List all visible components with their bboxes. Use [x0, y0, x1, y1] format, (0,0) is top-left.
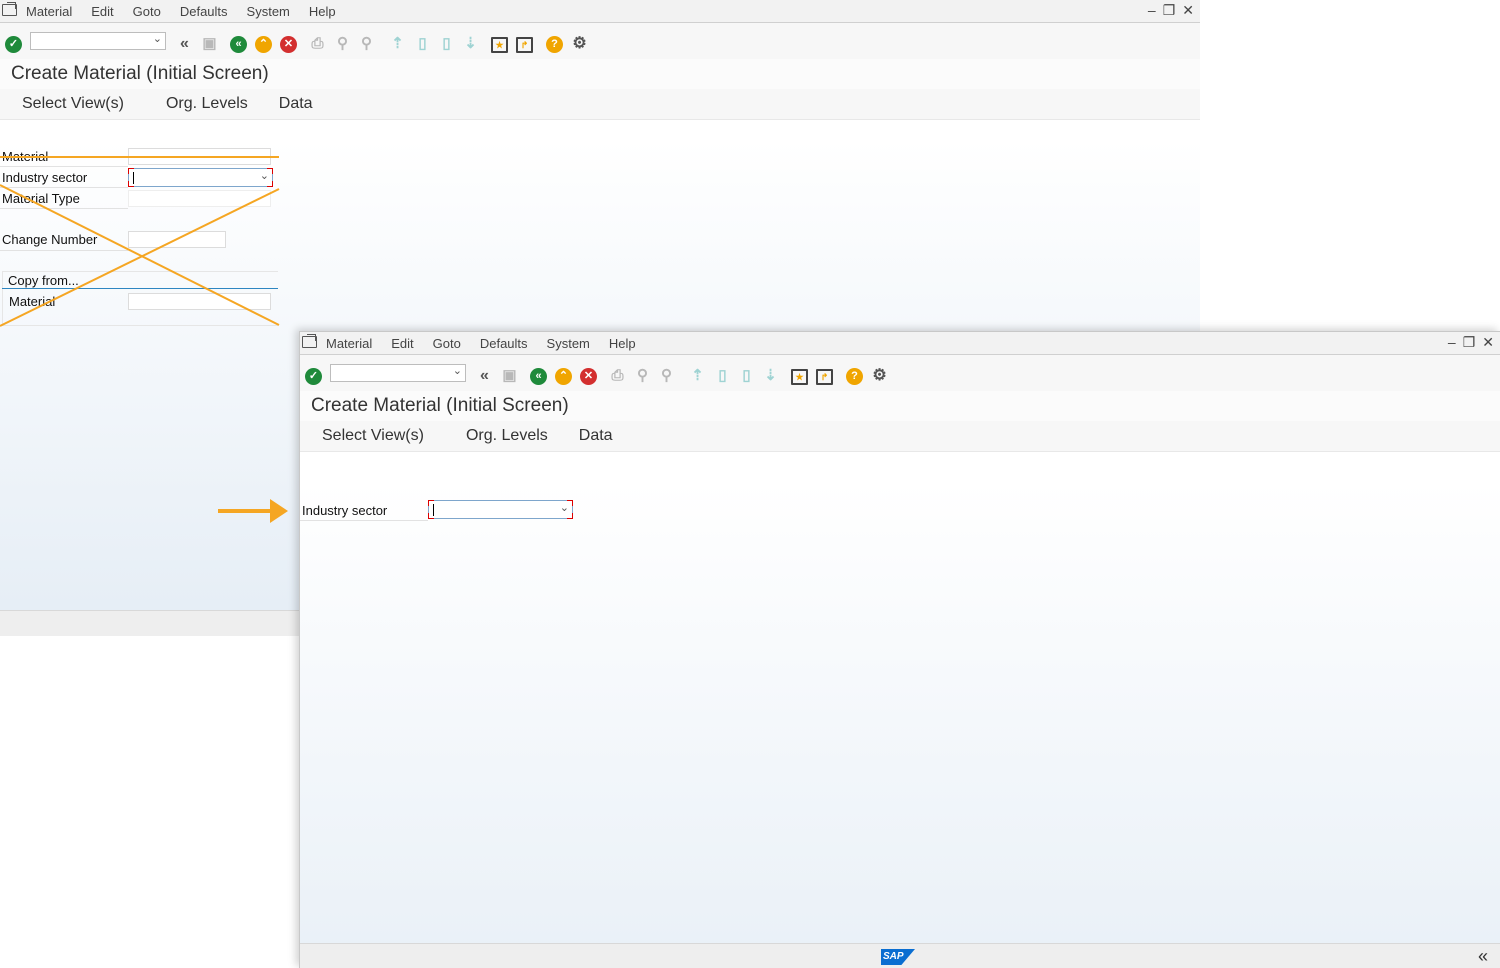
menu-icon[interactable] — [302, 336, 317, 348]
sap-logo: SAP — [881, 949, 915, 965]
title-bar: Create Material (Initial Screen) — [0, 59, 1200, 89]
org-levels-button[interactable]: Org. Levels — [166, 95, 248, 113]
gear-icon[interactable]: ⚙ — [871, 367, 888, 384]
menu-defaults[interactable]: Defaults — [480, 336, 528, 351]
data-button[interactable]: Data — [579, 427, 613, 445]
chevron-down-icon[interactable]: ⌄ — [153, 32, 162, 45]
menu-edit[interactable]: Edit — [391, 336, 413, 351]
menu-system[interactable]: System — [247, 4, 290, 19]
last-page-icon[interactable]: ⇣ — [462, 35, 479, 52]
save-icon[interactable]: ▣ — [501, 367, 518, 384]
front-sap-window: Material Edit Goto Defaults System Help … — [299, 331, 1500, 968]
save-icon[interactable]: ▣ — [201, 35, 218, 52]
industry-sector-dropdown[interactable]: ⌄ — [428, 500, 573, 519]
data-button[interactable]: Data — [279, 95, 313, 113]
enter-check-icon[interactable]: ✓ — [305, 368, 322, 385]
menu-defaults[interactable]: Defaults — [180, 4, 228, 19]
status-bar: SAP « — [300, 943, 1500, 968]
minimize-icon[interactable]: – — [1148, 2, 1156, 19]
exit-icon[interactable]: ⌃ — [555, 368, 572, 385]
standard-toolbar: ✓ ⌄ « ▣ « ⌃ ✕ ⎙ ⚲ ⚲ ⇡ ▯ ▯ ⇣ ★ ↱ ? ⚙ — [300, 355, 1500, 392]
previous-page-icon[interactable]: ▯ — [714, 367, 731, 384]
close-icon[interactable]: ✕ — [1482, 334, 1494, 351]
restore-icon[interactable]: ❐ — [1463, 334, 1476, 351]
back-icon[interactable]: « — [230, 36, 247, 53]
select-views-button[interactable]: Select View(s) — [22, 95, 124, 113]
org-levels-button[interactable]: Org. Levels — [466, 427, 548, 445]
shortcut-icon[interactable]: ↱ — [816, 369, 833, 385]
chevron-down-icon[interactable]: ⌄ — [453, 364, 462, 377]
menu-system[interactable]: System — [547, 336, 590, 351]
cancel-icon[interactable]: ✕ — [580, 368, 597, 385]
industry-sector-label: Industry sector — [302, 503, 388, 518]
gear-icon[interactable]: ⚙ — [571, 35, 588, 52]
focus-corner — [428, 500, 434, 506]
find-next-icon[interactable]: ⚲ — [658, 367, 675, 384]
cross-line — [0, 188, 280, 327]
double-chevron-left-icon[interactable]: « — [176, 35, 193, 52]
application-toolbar: Select View(s) Org. Levels Data — [300, 421, 1500, 452]
arrow-annotation — [218, 499, 288, 523]
find-icon[interactable]: ⚲ — [334, 35, 351, 52]
cancel-icon[interactable]: ✕ — [280, 36, 297, 53]
menu-help[interactable]: Help — [609, 336, 636, 351]
back-icon[interactable]: « — [530, 368, 547, 385]
print-icon[interactable]: ⎙ — [309, 35, 326, 52]
find-next-icon[interactable]: ⚲ — [358, 35, 375, 52]
double-chevron-left-icon[interactable]: « — [476, 367, 493, 384]
print-icon[interactable]: ⎙ — [609, 367, 626, 384]
enter-check-icon[interactable]: ✓ — [5, 36, 22, 53]
next-page-icon[interactable]: ▯ — [738, 367, 755, 384]
previous-page-icon[interactable]: ▯ — [414, 35, 431, 52]
shortcut-icon[interactable]: ↱ — [516, 37, 533, 53]
menu-icon[interactable] — [2, 4, 17, 16]
arrow-head — [270, 499, 288, 523]
command-field[interactable]: ⌄ — [30, 32, 166, 50]
exit-icon[interactable]: ⌃ — [255, 36, 272, 53]
menu-bar: Material Edit Goto Defaults System Help … — [0, 0, 1200, 23]
cross-line — [0, 184, 280, 326]
focus-corner — [428, 513, 434, 519]
focus-corner — [567, 500, 573, 506]
minimize-icon[interactable]: – — [1448, 334, 1456, 351]
menu-material[interactable]: Material — [26, 4, 72, 19]
standard-toolbar: ✓ ⌄ « ▣ « ⌃ ✕ ⎙ ⚲ ⚲ ⇡ ▯ ▯ ⇣ ★ ↱ ? ⚙ — [0, 23, 1200, 60]
first-page-icon[interactable]: ⇡ — [389, 35, 406, 52]
new-session-icon[interactable]: ★ — [491, 37, 508, 53]
focus-corner — [567, 513, 573, 519]
row-divider — [300, 520, 428, 521]
application-toolbar: Select View(s) Org. Levels Data — [0, 89, 1200, 120]
close-icon[interactable]: ✕ — [1182, 2, 1194, 19]
title-bar: Create Material (Initial Screen) — [300, 391, 1500, 421]
menu-material[interactable]: Material — [326, 336, 372, 351]
last-page-icon[interactable]: ⇣ — [762, 367, 779, 384]
help-icon[interactable]: ? — [846, 368, 863, 385]
new-session-icon[interactable]: ★ — [791, 369, 808, 385]
help-icon[interactable]: ? — [546, 36, 563, 53]
command-field[interactable]: ⌄ — [330, 364, 466, 382]
double-chevron-left-icon[interactable]: « — [1478, 946, 1488, 967]
restore-icon[interactable]: ❐ — [1163, 2, 1176, 19]
page-title: Create Material (Initial Screen) — [311, 395, 569, 416]
cross-out-annotation — [0, 156, 280, 327]
menu-bar: Material Edit Goto Defaults System Help … — [300, 332, 1500, 355]
page-title: Create Material (Initial Screen) — [11, 63, 269, 84]
first-page-icon[interactable]: ⇡ — [689, 367, 706, 384]
select-views-button[interactable]: Select View(s) — [322, 427, 424, 445]
menu-goto[interactable]: Goto — [133, 4, 161, 19]
menu-edit[interactable]: Edit — [91, 4, 113, 19]
next-page-icon[interactable]: ▯ — [438, 35, 455, 52]
find-icon[interactable]: ⚲ — [634, 367, 651, 384]
menu-help[interactable]: Help — [309, 4, 336, 19]
menu-goto[interactable]: Goto — [433, 336, 461, 351]
